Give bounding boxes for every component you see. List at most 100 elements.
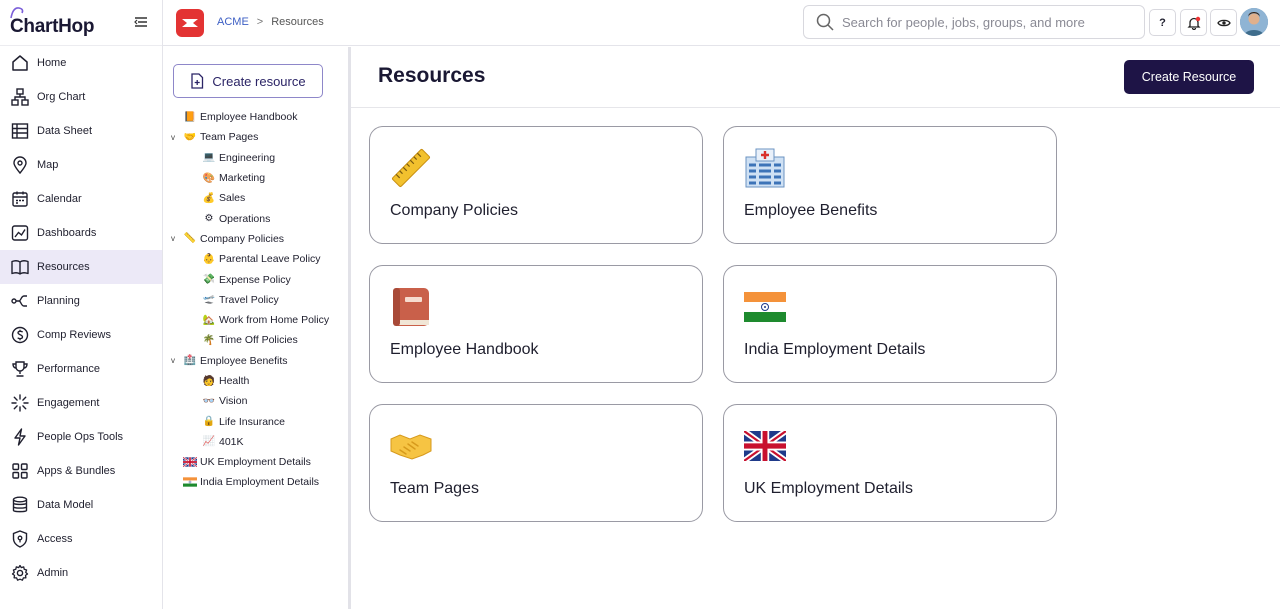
tree-item-label: India Employment Details bbox=[200, 476, 320, 489]
tree-item-health[interactable]: 🧑 Health bbox=[171, 371, 347, 391]
nav-item-planning[interactable]: Planning bbox=[0, 284, 162, 318]
tree-item-company-policies[interactable]: v 📏 Company Policies bbox=[171, 229, 347, 249]
create-resource-primary-button[interactable]: Create Resource bbox=[1124, 60, 1254, 94]
nav-item-people-ops-tools[interactable]: People Ops Tools bbox=[0, 420, 162, 454]
resource-card-employee-handbook[interactable]: Employee Handbook bbox=[369, 265, 703, 383]
resource-card-company-policies[interactable]: Company Policies bbox=[369, 126, 703, 244]
tree-item-label: Work from Home Policy bbox=[219, 314, 330, 327]
nav-label: Comp Reviews bbox=[37, 329, 111, 341]
chevron-down-icon[interactable]: v bbox=[171, 356, 183, 365]
chart-increasing-icon: 📈 bbox=[202, 436, 216, 448]
nav-item-resources[interactable]: Resources bbox=[0, 250, 162, 284]
chevron-down-icon[interactable]: v bbox=[171, 234, 183, 243]
sparkle-icon bbox=[10, 393, 30, 413]
global-search[interactable] bbox=[803, 5, 1145, 39]
new-document-icon bbox=[191, 73, 204, 89]
nav-label: Performance bbox=[37, 363, 100, 375]
tree-item-401k[interactable]: 📈 401K bbox=[171, 432, 347, 452]
breadcrumb-org-link[interactable]: ACME bbox=[217, 16, 249, 28]
tree-item-uk-employment-details[interactable]: v UK Employment Details bbox=[171, 452, 347, 472]
resource-card-uk-employment-details[interactable]: UK Employment Details bbox=[723, 404, 1057, 522]
search-input[interactable] bbox=[842, 14, 1132, 30]
app-logo[interactable]: ChartHop bbox=[10, 16, 94, 38]
nav-item-home[interactable]: Home bbox=[0, 46, 162, 80]
create-resource-button[interactable]: Create resource bbox=[173, 64, 323, 98]
tree-item-life-insurance[interactable]: 🔒 Life Insurance bbox=[171, 411, 347, 431]
tree-item-sales[interactable]: 💰 Sales bbox=[171, 188, 347, 208]
tree-item-label: Parental Leave Policy bbox=[219, 253, 321, 266]
nav-item-admin[interactable]: Admin bbox=[0, 556, 162, 590]
database-icon bbox=[10, 495, 30, 515]
tree-item-label: Health bbox=[219, 375, 250, 387]
tree-item-label: Operations bbox=[219, 212, 271, 225]
acme-logo-icon[interactable] bbox=[176, 9, 204, 37]
breadcrumb-current: Resources bbox=[271, 16, 324, 28]
resource-card-india-employment-details[interactable]: India Employment Details bbox=[723, 265, 1057, 383]
tree-item-label: Time Off Policies bbox=[219, 334, 298, 347]
tree-item-label: Company Policies bbox=[200, 232, 285, 245]
nav-item-apps-bundles[interactable]: Apps & Bundles bbox=[0, 454, 162, 488]
bell-icon bbox=[1186, 16, 1201, 30]
apps-icon bbox=[10, 461, 30, 481]
laptop-icon: 💻 bbox=[202, 152, 216, 164]
nav-item-org-chart[interactable]: Org Chart bbox=[0, 80, 162, 114]
tree-item-label: Team Pages bbox=[200, 131, 259, 144]
baby-icon: 👶 bbox=[202, 253, 216, 265]
nav-item-dashboards[interactable]: Dashboards bbox=[0, 216, 162, 250]
nav-label: Data Model bbox=[37, 499, 94, 511]
main-content: Resources Create Resource Company Polici… bbox=[351, 47, 1280, 609]
page-title: Resources bbox=[378, 64, 486, 87]
tree-item-travel-policy[interactable]: 🛫 Travel Policy bbox=[171, 290, 347, 310]
org-chart-icon bbox=[10, 87, 30, 107]
nav-label: Data Sheet bbox=[37, 125, 93, 137]
card-label: Employee Handbook bbox=[390, 341, 539, 358]
nav-label: Org Chart bbox=[37, 91, 86, 103]
chevron-down-icon[interactable]: v bbox=[171, 133, 183, 142]
nav-item-engagement[interactable]: Engagement bbox=[0, 386, 162, 420]
tree-item-operations[interactable]: ⚙ Operations bbox=[171, 208, 347, 228]
tree-item-label: Engineering bbox=[219, 151, 276, 164]
tree-item-employee-handbook[interactable]: v 📙 Employee Handbook bbox=[171, 107, 347, 127]
nav-label: Resources bbox=[37, 261, 90, 273]
help-button[interactable]: ? bbox=[1149, 9, 1176, 36]
nav-item-map[interactable]: Map bbox=[0, 148, 162, 182]
health-worker-icon: 🧑 bbox=[202, 375, 216, 387]
tree-item-time-off-policies[interactable]: 🌴 Time Off Policies bbox=[171, 330, 347, 350]
data-sheet-icon bbox=[10, 121, 30, 141]
resource-card-team-pages[interactable]: Team Pages bbox=[369, 404, 703, 522]
card-label: Employee Benefits bbox=[744, 202, 878, 219]
view-as-button[interactable] bbox=[1210, 9, 1237, 36]
ruler-icon bbox=[392, 149, 430, 187]
tree-item-employee-benefits[interactable]: v 🏥 Employee Benefits bbox=[171, 351, 347, 371]
tree-item-label: Life Insurance bbox=[219, 415, 285, 428]
tree-item-expense-policy[interactable]: 💸 Expense Policy bbox=[171, 269, 347, 289]
collapse-nav-icon[interactable] bbox=[134, 15, 148, 29]
tree-item-parental-leave-policy[interactable]: 👶 Parental Leave Policy bbox=[171, 249, 347, 269]
airplane-icon: 🛫 bbox=[202, 294, 216, 306]
nav-item-calendar[interactable]: Calendar bbox=[0, 182, 162, 216]
tree-item-engineering[interactable]: 💻 Engineering bbox=[171, 148, 347, 168]
eye-icon bbox=[1216, 19, 1231, 26]
tree-item-work-from-home-policy[interactable]: 🏡 Work from Home Policy bbox=[171, 310, 347, 330]
nav-label: Engagement bbox=[37, 397, 100, 409]
money-wings-icon: 💸 bbox=[202, 274, 216, 286]
breadcrumb: ACME > Resources bbox=[217, 16, 324, 28]
resource-card-employee-benefits[interactable]: Employee Benefits bbox=[723, 126, 1057, 244]
map-pin-icon bbox=[10, 155, 30, 175]
tree-item-vision[interactable]: 👓 Vision bbox=[171, 391, 347, 411]
tree-item-team-pages[interactable]: v 🤝 Team Pages bbox=[171, 127, 347, 147]
tree-item-india-employment-details[interactable]: v India Employment Details bbox=[171, 472, 347, 492]
nav-label: Home bbox=[37, 57, 67, 69]
uk-flag-icon bbox=[744, 431, 786, 461]
tree-item-label: Marketing bbox=[219, 172, 266, 185]
search-icon bbox=[816, 13, 834, 31]
nav-item-data-model[interactable]: Data Model bbox=[0, 488, 162, 522]
nav-item-comp-reviews[interactable]: Comp Reviews bbox=[0, 318, 162, 352]
nav-item-performance[interactable]: Performance bbox=[0, 352, 162, 386]
nav-item-data-sheet[interactable]: Data Sheet bbox=[0, 114, 162, 148]
tree-item-label: Vision bbox=[219, 395, 248, 408]
nav-item-access[interactable]: Access bbox=[0, 522, 162, 556]
notifications-button[interactable] bbox=[1180, 9, 1207, 36]
tree-item-marketing[interactable]: 🎨 Marketing bbox=[171, 168, 347, 188]
user-avatar[interactable] bbox=[1240, 8, 1268, 36]
